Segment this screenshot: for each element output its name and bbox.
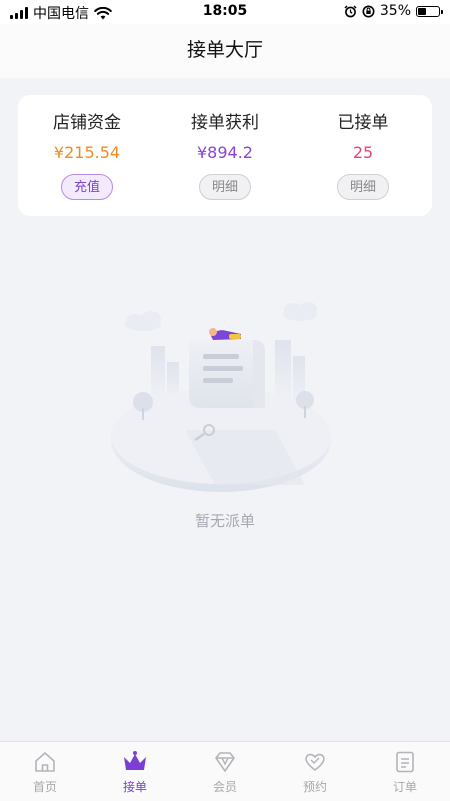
tab-orders-hall[interactable]: 接单 bbox=[90, 742, 180, 801]
stats-card: 店铺资金 ¥215.54 充值 接单获利 ¥894.2 明细 已接单 25 明细 bbox=[18, 95, 432, 216]
tab-home[interactable]: 首页 bbox=[0, 742, 90, 801]
tab-label: 首页 bbox=[32, 780, 57, 794]
tab-bar: 首页 接单 会员 预约 订单 bbox=[0, 741, 450, 801]
diamond-icon bbox=[215, 752, 235, 772]
tab-label: 接单 bbox=[122, 780, 147, 794]
heart-icon bbox=[305, 753, 325, 771]
stat-value: ¥215.54 bbox=[53, 143, 121, 162]
battery-percent: 35% bbox=[379, 3, 411, 19]
home-icon bbox=[35, 752, 55, 772]
stat-order-profit: 接单获利 ¥894.2 明细 bbox=[156, 95, 294, 216]
orders-detail-button[interactable]: 明细 bbox=[337, 174, 389, 200]
document-icon bbox=[396, 751, 414, 773]
empty-state-illustration bbox=[111, 302, 331, 492]
tab-my-orders[interactable]: 订单 bbox=[360, 742, 450, 801]
page-title: 接单大厅 bbox=[186, 39, 263, 61]
empty-state-text: 暂无派单 bbox=[194, 512, 255, 530]
tab-label: 会员 bbox=[212, 780, 237, 794]
page-header: 接单大厅 bbox=[0, 24, 450, 78]
tab-label: 订单 bbox=[392, 780, 417, 794]
tab-member[interactable]: 会员 bbox=[180, 742, 270, 801]
stat-value: ¥894.2 bbox=[197, 143, 253, 162]
stat-label: 店铺资金 bbox=[53, 113, 121, 133]
tab-reservation[interactable]: 预约 bbox=[270, 742, 360, 801]
tab-label: 预约 bbox=[302, 780, 327, 794]
rotation-lock-icon bbox=[362, 5, 375, 17]
crown-icon bbox=[124, 751, 146, 770]
stat-label: 已接单 bbox=[337, 113, 389, 133]
status-right: 35% bbox=[344, 3, 443, 19]
recharge-button[interactable]: 充值 bbox=[61, 174, 113, 200]
stat-label: 接单获利 bbox=[191, 113, 259, 133]
stat-store-funds: 店铺资金 ¥215.54 充值 bbox=[18, 95, 156, 216]
profit-detail-button[interactable]: 明细 bbox=[199, 174, 251, 200]
stat-orders-taken: 已接单 25 明细 bbox=[294, 95, 432, 216]
battery-icon bbox=[416, 5, 443, 17]
alarm-icon bbox=[344, 4, 357, 17]
stat-value: 25 bbox=[352, 143, 374, 162]
status-bar: 中国电信 18:05 35% bbox=[0, 0, 450, 24]
